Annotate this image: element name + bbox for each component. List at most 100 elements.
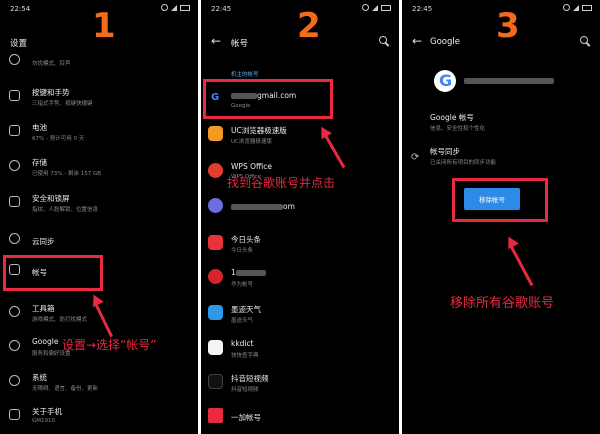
back-arrow-icon[interactable]: ←	[211, 34, 221, 48]
settings-item-label: 按键和手势	[32, 88, 70, 97]
section-label: 机主的帐号	[231, 72, 259, 78]
account-item-oneplus[interactable]: 一加帐号	[201, 402, 399, 434]
step-number-2: 2	[297, 6, 321, 46]
weather-icon	[208, 305, 223, 320]
settings-item-label: Google	[32, 337, 59, 346]
account-title: UC浏览器极速版	[231, 126, 287, 135]
account-item-toutiao[interactable]: 今日头条 今日头条	[201, 229, 399, 263]
battery-icon	[381, 4, 391, 11]
annotation-arrowhead	[503, 233, 519, 250]
status-icons	[362, 4, 391, 11]
status-icons	[563, 4, 592, 11]
google-logo-icon: G	[434, 70, 456, 92]
highlight-box	[3, 255, 103, 291]
settings-item-about-phone[interactable]: 关于手机 GM1910	[0, 401, 198, 434]
settings-item-sound[interactable]: 勿扰模式、铃声	[0, 49, 198, 73]
toolbox-icon	[9, 306, 20, 317]
account-title-suffix: om	[283, 202, 295, 211]
settings-item-sub: 三指式手势、按键快捷键	[32, 101, 93, 107]
settings-item-label: 关于手机	[32, 407, 62, 416]
sync-sub: 已关闭所有项目的同步功能	[430, 160, 497, 166]
annotation-text: 设置→选择“帐号”	[62, 338, 157, 352]
back-arrow-icon[interactable]: ←	[412, 34, 422, 48]
settings-item-sub: 已使用 73% - 剩余 157 GB	[32, 171, 101, 177]
page-title: Google	[430, 37, 460, 47]
account-title: 1	[231, 268, 266, 277]
page-title: 设置	[10, 39, 28, 49]
settings-item-security[interactable]: 安全和锁屏 指纹、人脸解锁、位置信息	[0, 188, 198, 222]
google-account-panel: 22:45 3 ← Google G Google 帐号 信息、安全性和个性化 …	[402, 0, 600, 434]
settings-item-sub: 67% - 预计可用 0 天	[32, 136, 85, 142]
account-title: om	[231, 202, 295, 211]
account-title: WPS Office	[231, 162, 272, 171]
highlight-box	[452, 178, 548, 222]
uc-browser-icon	[208, 126, 223, 141]
settings-panel: 22:54 1 设置 勿扰模式、铃声 按键和手势 三指式手势、按键快捷键 电池 …	[0, 0, 198, 434]
account-title: kkdict	[231, 339, 254, 348]
settings-item-system[interactable]: 系统 无障碍、语言、备份、更新	[0, 367, 198, 401]
account-item-kkdict[interactable]: kkdict 快快查字典	[201, 334, 399, 368]
highlight-box	[203, 79, 333, 119]
cloud-icon	[9, 233, 20, 244]
account-item-hidden[interactable]: om	[201, 192, 399, 226]
account-item-douyin[interactable]: 抖音短视频 抖音短视频	[201, 368, 399, 402]
settings-item-label: 安全和锁屏	[32, 194, 70, 203]
signal-icon	[171, 4, 177, 11]
alarm-icon	[563, 4, 570, 11]
search-icon[interactable]	[379, 36, 389, 46]
alarm-icon	[362, 4, 369, 11]
gear-icon	[9, 375, 20, 386]
battery-icon	[180, 4, 190, 11]
wps-icon	[208, 163, 223, 178]
account-item-huawei[interactable]: 1 华为帐号	[201, 263, 399, 297]
status-time: 22:45	[211, 5, 232, 13]
settings-item-sub: 指纹、人脸解锁、位置信息	[32, 207, 99, 213]
app-icon	[208, 198, 223, 213]
google-account-sub: 信息、安全性和个性化	[430, 126, 486, 132]
status-time: 22:54	[10, 5, 31, 13]
huawei-icon	[208, 269, 223, 284]
accounts-panel: 22:45 2 ← 帐号 机主的帐号 G gmail.com Google UC…	[201, 0, 399, 434]
account-sub: UC浏览器极速版	[231, 139, 272, 145]
douyin-icon	[208, 374, 223, 389]
battery-setting-icon	[9, 125, 20, 136]
signal-icon	[573, 4, 579, 11]
status-icons	[161, 4, 190, 11]
account-sub: 华为帐号	[231, 282, 254, 288]
battery-icon	[582, 4, 592, 11]
account-sub: 抖音短视频	[231, 387, 259, 393]
account-item-moji[interactable]: 墨迹天气 墨迹天气	[201, 299, 399, 333]
kkdict-icon	[208, 340, 223, 355]
settings-item-sub: 勿扰模式、铃声	[32, 61, 71, 67]
settings-item-sub: 游戏模式、防打扰模式	[32, 317, 88, 323]
step-number-3: 3	[496, 6, 520, 46]
account-sub: 今日头条	[231, 248, 254, 254]
settings-item-battery[interactable]: 电池 67% - 预计可用 0 天	[0, 117, 198, 151]
settings-item-label: 电池	[32, 123, 47, 132]
account-sub: 墨迹天气	[231, 318, 254, 324]
sync-title: 帐号同步	[430, 147, 460, 156]
page-title: 帐号	[231, 39, 249, 49]
google-icon	[9, 340, 20, 351]
account-title: 今日头条	[231, 235, 261, 244]
storage-icon	[9, 160, 20, 171]
annotation-arrow	[509, 244, 534, 287]
annotation-text: 找到谷歌账号并点击	[227, 176, 336, 190]
google-account-title: Google 帐号	[430, 113, 474, 122]
phone-icon	[9, 409, 20, 420]
settings-item-buttons-gestures[interactable]: 按键和手势 三指式手势、按键快捷键	[0, 82, 198, 116]
settings-item-sub: GM1910	[32, 418, 56, 424]
settings-item-label: 云同步	[32, 237, 55, 246]
account-item-uc[interactable]: UC浏览器极速版 UC浏览器极速版	[201, 120, 399, 154]
settings-item-cloud-sync[interactable]: 云同步	[0, 225, 198, 259]
lock-icon	[9, 196, 20, 207]
sync-icon: ⟳	[411, 152, 420, 163]
settings-item-label: 存储	[32, 158, 47, 167]
account-title: 抖音短视频	[231, 374, 269, 383]
settings-item-storage[interactable]: 存储 已使用 73% - 剩余 157 GB	[0, 152, 198, 186]
account-title: 墨迹天气	[231, 305, 261, 314]
settings-item-sub: 无障碍、语言、备份、更新	[32, 386, 99, 392]
account-title: 一加帐号	[231, 413, 261, 422]
search-icon[interactable]	[580, 36, 590, 46]
sound-icon	[9, 54, 20, 65]
